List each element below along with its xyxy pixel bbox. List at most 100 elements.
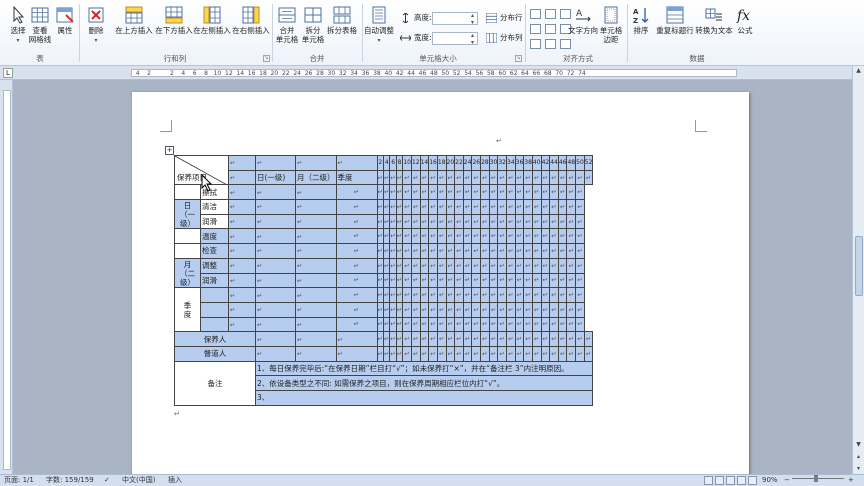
day-cell[interactable]: ↵ <box>506 199 516 215</box>
day-cell[interactable]: ↵ <box>566 331 577 347</box>
day-cell[interactable]: ↵ <box>402 272 412 289</box>
day-cell[interactable]: ↵ <box>488 169 499 186</box>
quarter-cell[interactable]: ↵ <box>295 301 337 318</box>
day-cell[interactable]: ↵ <box>480 345 490 362</box>
day-cell[interactable]: ↵ <box>428 243 438 259</box>
cell-margins-button[interactable]: 单元格 边距 <box>594 4 628 52</box>
day-cell[interactable]: ↵ <box>436 272 447 289</box>
day-cell[interactable]: ↵ <box>462 301 473 318</box>
day-cell[interactable]: ↵ <box>566 301 577 318</box>
day-number-cell[interactable]: 28 <box>480 155 490 171</box>
day-cell[interactable]: ↵ <box>419 345 430 362</box>
delete-button[interactable]: 删除 ▾ <box>78 4 114 52</box>
day-cell[interactable]: ↵ <box>454 243 464 259</box>
day-cell[interactable]: ↵ <box>335 199 378 215</box>
day-cell[interactable]: ↵ <box>454 301 464 318</box>
day-cell[interactable]: ↵ <box>557 272 568 289</box>
signature-cell[interactable]: ↵ <box>255 345 296 362</box>
day-cell[interactable]: ↵ <box>531 184 542 201</box>
day-number-cell[interactable]: 42 <box>540 155 551 171</box>
signature-cell[interactable]: ↵ <box>295 345 337 362</box>
day-cell[interactable]: ↵ <box>445 213 456 230</box>
day-cell[interactable]: ↵ <box>488 199 499 215</box>
day-number-cell[interactable]: 24 <box>462 155 473 171</box>
day-cell[interactable]: ↵ <box>514 272 525 289</box>
day-cell[interactable]: ↵ <box>523 301 533 318</box>
day-cell[interactable]: ↵ <box>445 169 456 186</box>
day-cell[interactable]: ↵ <box>540 331 551 347</box>
full-screen-view-icon[interactable] <box>715 476 724 485</box>
day-cell[interactable]: ↵ <box>506 316 516 333</box>
month-level-cell[interactable]: ↵ <box>255 301 296 318</box>
quarter-cell[interactable]: ↵ <box>295 272 337 289</box>
day-cell[interactable]: ↵ <box>402 169 412 186</box>
quarter-cell[interactable]: ↵ <box>295 213 337 230</box>
day-cell[interactable]: ↵ <box>335 272 378 289</box>
day-number-cell[interactable]: 34 <box>506 155 516 171</box>
day-cell[interactable]: ↵ <box>506 228 516 245</box>
day-cell[interactable]: ↵ <box>402 287 412 303</box>
day-cell[interactable]: ↵ <box>410 169 421 186</box>
day-cell[interactable]: ↵ <box>557 243 568 259</box>
day-cell[interactable]: ↵ <box>506 257 516 274</box>
maintenance-table[interactable]: 保养项目 ↵ ↵ ↵ ↵ 2 4 6 8 10 12 14 16 18 20 22 24 26 28 30 32 34 36… <box>174 154 594 406</box>
day-cell[interactable]: ↵ <box>402 228 412 245</box>
day-cell[interactable]: ↵ <box>549 169 559 186</box>
header-cell[interactable]: ↵ <box>295 155 337 171</box>
day-cell[interactable]: ↵ <box>402 184 412 201</box>
day-cell[interactable]: ↵ <box>566 199 577 215</box>
day-cell[interactable]: ↵ <box>514 228 525 245</box>
day-cell[interactable]: ↵ <box>549 316 559 333</box>
month-group-cell[interactable]: 月 （二级） <box>174 257 201 289</box>
day-number-cell[interactable]: 48 <box>566 155 577 171</box>
align-bottom-center-icon[interactable] <box>545 39 556 49</box>
day-cell[interactable]: ↵ <box>506 184 516 201</box>
day-cell[interactable]: ↵ <box>471 345 482 362</box>
month-level-cell[interactable]: ↵ <box>255 287 296 303</box>
day-cell[interactable]: ↵ <box>557 184 568 201</box>
distribute-columns-button[interactable]: 分布列 <box>485 31 523 45</box>
month-level-cell[interactable]: ↵ <box>255 316 296 333</box>
align-top-center-icon[interactable] <box>545 9 556 19</box>
day-cell[interactable]: ↵ <box>410 184 421 201</box>
sort-button[interactable]: AZ 排序 <box>624 4 658 52</box>
day-cell[interactable]: ↵ <box>402 301 412 318</box>
day-cell[interactable]: ↵ <box>514 345 525 362</box>
supervisor-label-cell[interactable]: 督道人 <box>174 345 256 362</box>
insert-above-button[interactable]: 在上方插入 <box>114 4 154 52</box>
day-level-cell[interactable]: ↵ <box>228 316 256 333</box>
split-table-button[interactable]: 拆分表格 <box>323 4 361 52</box>
quarter-cell[interactable]: ↵ <box>295 184 337 201</box>
day-cell[interactable]: ↵ <box>523 228 533 245</box>
day-cell[interactable]: ↵ <box>523 199 533 215</box>
item-label-cell[interactable] <box>200 301 229 318</box>
day-cell[interactable]: ↵ <box>436 184 447 201</box>
day-cell[interactable]: ↵ <box>410 316 421 333</box>
repeat-header-rows-button[interactable]: 重复标题行 <box>656 4 694 52</box>
day-cell[interactable]: ↵ <box>480 272 490 289</box>
quarter-cell[interactable]: ↵ <box>295 228 337 245</box>
day-cell[interactable]: ↵ <box>445 301 456 318</box>
day-cell[interactable]: ↵ <box>410 199 421 215</box>
month-level-cell[interactable]: ↵ <box>255 243 296 259</box>
maintainer-label-cell[interactable]: 保养人 <box>174 331 256 347</box>
previous-page-icon[interactable]: ▴ <box>853 452 864 462</box>
day-cell[interactable]: ↵ <box>471 184 482 201</box>
day-cell[interactable]: ↵ <box>523 272 533 289</box>
day-cell[interactable]: ↵ <box>445 331 456 347</box>
day-cell[interactable]: ↵ <box>549 228 559 245</box>
day-cell[interactable]: ↵ <box>480 169 490 186</box>
signature-cell[interactable]: ↵ <box>255 331 296 347</box>
zoom-level[interactable]: 90% <box>762 475 778 486</box>
day-cell[interactable]: ↵ <box>445 287 456 303</box>
day-cell[interactable]: ↵ <box>583 345 594 362</box>
day-cell[interactable]: ↵ <box>549 243 559 259</box>
column-width-input[interactable] <box>432 32 478 46</box>
day-cell[interactable]: ↵ <box>471 331 482 347</box>
day-cell[interactable]: ↵ <box>436 316 447 333</box>
document-page[interactable]: ↵ + 保养项目 ↵ ↵ ↵ ↵ 2 4 6 8 10 12 14 16 18 20 22 24 26 28 30 32… <box>132 92 749 474</box>
day-cell[interactable]: ↵ <box>497 287 507 303</box>
day-cell[interactable]: ↵ <box>436 257 447 274</box>
day-cell[interactable]: ↵ <box>531 272 542 289</box>
day-cell[interactable]: ↵ <box>523 316 533 333</box>
